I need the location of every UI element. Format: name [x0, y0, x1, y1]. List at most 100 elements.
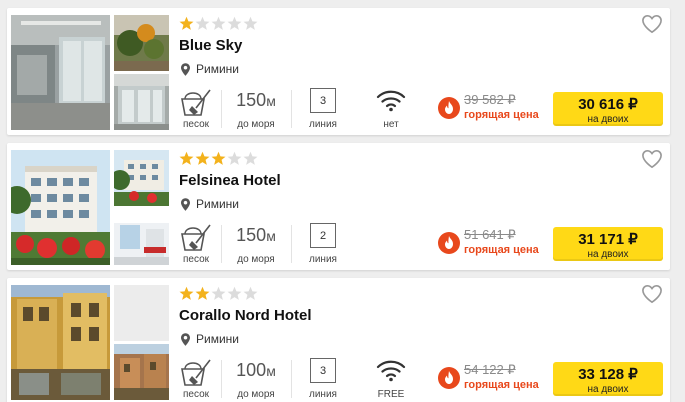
distance-label: до моря — [237, 389, 275, 400]
hotel-card[interactable]: Corallo Nord Hotel Римини песок 100м до … — [7, 278, 670, 402]
hotel-card[interactable]: Felsinea Hotel Римини песок 150м до моря… — [7, 143, 670, 270]
divider — [221, 225, 222, 263]
line-number: 2 — [310, 223, 336, 248]
star-icon — [243, 16, 258, 30]
star-icon — [179, 151, 194, 165]
price-value: 30 616 ₽ — [578, 96, 638, 113]
hot-price-label: горящая цена — [464, 244, 539, 256]
hot-price-label: горящая цена — [464, 379, 539, 391]
star-icon — [243, 286, 258, 300]
divider — [221, 360, 222, 398]
star-icon — [195, 16, 210, 30]
beach-type: песок — [177, 223, 215, 265]
hotel-photo-thumb[interactable] — [114, 74, 169, 130]
beach-label: песок — [182, 119, 210, 130]
hotel-photo-main[interactable] — [11, 285, 110, 400]
hotel-location: Римини — [181, 197, 239, 211]
star-icon — [243, 151, 258, 165]
star-icon — [179, 286, 194, 300]
divider — [221, 90, 222, 128]
hotel-photo-main[interactable] — [11, 15, 110, 130]
line-label: линия — [309, 389, 337, 400]
wifi-icon — [376, 90, 406, 112]
wifi-label: нет — [383, 119, 399, 130]
hotel-photo-thumb[interactable] — [114, 15, 169, 71]
heart-icon[interactable] — [641, 284, 663, 304]
star-icon — [211, 151, 226, 165]
hotel-card[interactable]: Blue Sky Римини песок 150м до моря 3 лин… — [7, 8, 670, 135]
fire-icon — [438, 97, 460, 119]
line-label: линия — [309, 119, 337, 130]
distance-label: до моря — [237, 254, 275, 265]
star-icon — [179, 16, 194, 30]
old-price: 51 641 ₽ — [464, 227, 516, 242]
hotel-photo-thumb[interactable] — [114, 209, 169, 265]
heart-icon[interactable] — [641, 149, 663, 169]
beach-label: песок — [182, 389, 210, 400]
price-button[interactable]: 30 616 ₽ на двоих — [553, 92, 663, 126]
wifi-icon — [376, 360, 406, 382]
divider — [291, 90, 292, 128]
price-note: на двоих — [587, 114, 629, 125]
heart-icon[interactable] — [641, 14, 663, 34]
star-rating — [179, 151, 258, 166]
price-button[interactable]: 33 128 ₽ на двоих — [553, 362, 663, 396]
location-label: Римини — [196, 197, 239, 211]
distance-value: 100 — [236, 360, 267, 380]
line-number: 3 — [310, 358, 336, 383]
distance-value: 150 — [236, 90, 267, 110]
sea-distance: 150м до моря — [229, 88, 283, 130]
star-rating — [179, 286, 258, 301]
location-label: Римини — [196, 62, 239, 76]
hotel-location: Римини — [181, 332, 239, 346]
distance-value: 150 — [236, 225, 267, 245]
wifi-info: нет — [370, 88, 412, 130]
sea-distance: 100м до моря — [229, 358, 283, 400]
wifi-info: FREE — [370, 358, 412, 400]
price-value: 31 171 ₽ — [578, 231, 638, 248]
distance-unit: м — [266, 93, 276, 109]
hotel-name[interactable]: Blue Sky — [179, 37, 242, 54]
line-number: 3 — [310, 88, 336, 113]
hotel-photo-thumb[interactable] — [114, 150, 169, 206]
distance-label: до моря — [237, 119, 275, 130]
hotel-location: Римини — [181, 62, 239, 76]
price-note: на двоих — [587, 249, 629, 260]
location-pin-icon — [181, 197, 190, 211]
price-value: 33 128 ₽ — [578, 366, 638, 383]
star-icon — [211, 16, 226, 30]
beach-line: 3 линия — [300, 88, 346, 130]
star-icon — [211, 286, 226, 300]
hotel-photo-thumb[interactable] — [114, 344, 169, 400]
sand-bucket-icon — [181, 89, 211, 116]
beach-line: 2 линия — [300, 223, 346, 265]
hotel-photo-thumb[interactable] — [114, 285, 169, 341]
hotel-name[interactable]: Corallo Nord Hotel — [179, 307, 312, 324]
hotel-name[interactable]: Felsinea Hotel — [179, 172, 281, 189]
beach-type: песок — [177, 88, 215, 130]
star-icon — [227, 286, 242, 300]
sand-bucket-icon — [181, 359, 211, 386]
location-pin-icon — [181, 332, 190, 346]
star-icon — [227, 16, 242, 30]
location-label: Римини — [196, 332, 239, 346]
fire-icon — [438, 367, 460, 389]
old-price: 54 122 ₽ — [464, 362, 516, 377]
beach-type: песок — [177, 358, 215, 400]
fire-icon — [438, 232, 460, 254]
star-icon — [227, 151, 242, 165]
distance-unit: м — [266, 228, 276, 244]
sea-distance: 150м до моря — [229, 223, 283, 265]
distance-unit: м — [266, 363, 276, 379]
line-label: линия — [309, 254, 337, 265]
price-button[interactable]: 31 171 ₽ на двоих — [553, 227, 663, 261]
hotel-photo-main[interactable] — [11, 150, 110, 265]
star-rating — [179, 16, 258, 31]
divider — [291, 360, 292, 398]
beach-line: 3 линия — [300, 358, 346, 400]
hot-price-label: горящая цена — [464, 109, 539, 121]
price-note: на двоих — [587, 384, 629, 395]
divider — [291, 225, 292, 263]
wifi-label: FREE — [377, 389, 405, 400]
star-icon — [195, 286, 210, 300]
